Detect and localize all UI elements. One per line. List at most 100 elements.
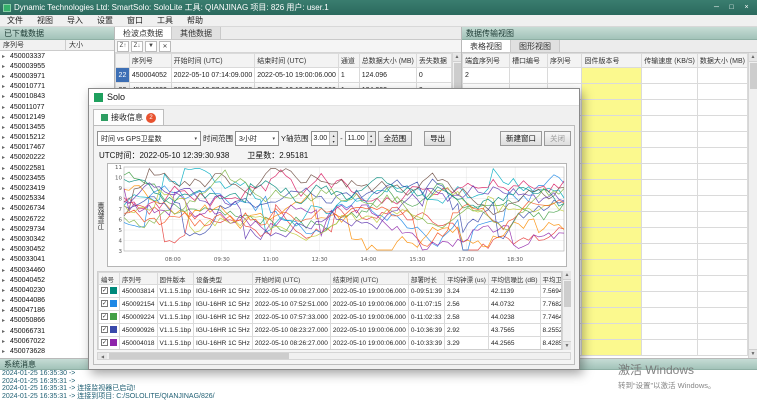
table-row[interactable]: 2 <box>463 68 748 84</box>
menu-item-1[interactable]: 文件 <box>0 15 30 26</box>
full-range-button[interactable]: 全范围 <box>378 131 413 146</box>
column-header[interactable]: 开始时间 (UTC) <box>252 273 330 285</box>
column-header[interactable]: 平均钟漂 (us) <box>444 273 488 285</box>
tree-item[interactable]: ▸450003971 <box>0 71 114 81</box>
scroll-thumb[interactable] <box>750 63 757 89</box>
column-header[interactable]: 序列号 <box>548 54 582 68</box>
expand-arrow-icon[interactable]: ▸ <box>2 124 8 131</box>
column-header[interactable]: 结束时间 (UTC) <box>255 54 339 68</box>
column-header[interactable]: 开始时间 (UTC) <box>171 54 255 68</box>
tree-item[interactable]: ▸450003337 <box>0 51 114 61</box>
scroll-thumb[interactable] <box>109 353 289 359</box>
device-row[interactable]: ✓450004018V1.1.5.1bpIGU-16HR 1C 5Hz2022-… <box>99 337 563 350</box>
menu-item-2[interactable]: 视图 <box>30 15 60 26</box>
device-row[interactable]: ✓450009224V1.1.5.1bpIGU-16HR 1C 5Hz2022-… <box>99 311 563 324</box>
time-range-select[interactable]: 3小时 ▾ <box>235 131 279 146</box>
filter-icon[interactable]: ▼ <box>145 41 157 52</box>
expand-arrow-icon[interactable]: ▸ <box>2 205 8 212</box>
scroll-down-icon[interactable]: ▼ <box>749 349 757 358</box>
expand-arrow-icon[interactable]: ▸ <box>2 348 8 355</box>
column-header-serial[interactable]: 序列号 <box>0 40 66 50</box>
expand-arrow-icon[interactable]: ▸ <box>2 328 8 335</box>
scroll-up-icon[interactable]: ▲ <box>453 53 461 62</box>
menu-item-5[interactable]: 窗口 <box>120 15 150 26</box>
new-window-button[interactable]: 新建窗口 <box>500 131 542 146</box>
expand-arrow-icon[interactable]: ▸ <box>2 246 8 253</box>
expand-arrow-icon[interactable]: ▸ <box>2 154 8 161</box>
expand-arrow-icon[interactable]: ▸ <box>2 114 8 121</box>
expand-arrow-icon[interactable]: ▸ <box>2 53 8 60</box>
row-checkbox[interactable]: ✓ <box>101 339 108 346</box>
scroll-up-icon[interactable]: ▲ <box>749 53 757 62</box>
column-header[interactable]: 数据大小 (MB) <box>697 54 747 68</box>
tab-mid-1[interactable]: 检波点数据 <box>115 27 172 39</box>
scroll-up-icon[interactable]: ▲ <box>563 271 571 280</box>
menu-item-4[interactable]: 设置 <box>90 15 120 26</box>
solo-dialog-titlebar[interactable]: Solo <box>89 89 579 106</box>
column-header[interactable]: 固件版本 <box>157 273 193 285</box>
scroll-left-icon[interactable]: ◀ <box>98 353 107 359</box>
device-table-scrollbar[interactable]: ▲ ▼ <box>562 271 571 350</box>
column-header[interactable]: 槽口编号 <box>510 54 548 68</box>
menu-item-7[interactable]: 帮助 <box>180 15 210 26</box>
row-checkbox[interactable]: ✓ <box>101 326 108 333</box>
menu-item-6[interactable]: 工具 <box>150 15 180 26</box>
expand-arrow-icon[interactable]: ▸ <box>2 175 8 182</box>
expand-arrow-icon[interactable]: ▸ <box>2 63 8 70</box>
sort-ascending-icon[interactable]: Z↑ <box>117 41 129 52</box>
expand-arrow-icon[interactable]: ▸ <box>2 236 8 243</box>
menu-item-3[interactable]: 导入 <box>60 15 90 26</box>
y-max-input[interactable]: 11.00 ▴▾ <box>345 131 376 146</box>
export-button[interactable]: 导出 <box>424 131 451 146</box>
table-row[interactable]: 224500040522022-05-10 07:14:09.0002022-0… <box>116 68 452 83</box>
row-checkbox[interactable]: ✓ <box>101 300 108 307</box>
column-header[interactable]: 传输速度 (KB/S) <box>642 54 698 68</box>
clear-filter-icon[interactable]: ✕ <box>159 41 171 52</box>
row-checkbox[interactable]: ✓ <box>101 287 108 294</box>
tab-transfer-1[interactable]: 表格视图 <box>462 40 511 52</box>
device-table-hscrollbar[interactable]: ◀ <box>97 352 571 360</box>
sort-descending-icon[interactable]: Z↓ <box>131 41 143 52</box>
maximize-icon[interactable]: □ <box>724 2 739 14</box>
spin-down-icon[interactable]: ▾ <box>330 139 337 146</box>
metric-select[interactable]: 时间 vs GPS卫星数 ▾ <box>97 131 201 146</box>
expand-arrow-icon[interactable]: ▸ <box>2 83 8 90</box>
device-row[interactable]: ✓450090926V1.1.5.1bpIGU-16HR 1C 5Hz2022-… <box>99 324 563 337</box>
expand-arrow-icon[interactable]: ▸ <box>2 144 8 151</box>
column-header[interactable]: 部署时长 <box>408 273 444 285</box>
tab-receive-info[interactable]: 接收信息 2 <box>93 109 164 125</box>
tree-item[interactable]: ▸450003955 <box>0 61 114 71</box>
scroll-thumb[interactable] <box>454 63 461 89</box>
expand-arrow-icon[interactable]: ▸ <box>2 216 8 223</box>
column-header[interactable]: 固件版本号 <box>582 54 642 68</box>
column-header[interactable]: 丢失数据 <box>416 54 451 68</box>
device-row[interactable]: ✓450003814V1.1.5.1bpIGU-16HR 1C 5Hz2022-… <box>99 285 563 298</box>
expand-arrow-icon[interactable]: ▸ <box>2 195 8 202</box>
expand-arrow-icon[interactable]: ▸ <box>2 307 8 314</box>
expand-arrow-icon[interactable]: ▸ <box>2 317 8 324</box>
expand-arrow-icon[interactable]: ▸ <box>2 73 8 80</box>
column-header[interactable]: 平均卫星数 <box>540 273 562 285</box>
y-min-input[interactable]: 3.00 ▴▾ <box>311 131 339 146</box>
expand-arrow-icon[interactable]: ▸ <box>2 277 8 284</box>
satellite-count-chart[interactable]: 3456789101108:0009:3011:0012:3014:0015:3… <box>107 163 567 267</box>
tab-transfer-2[interactable]: 图形视图 <box>511 40 560 52</box>
column-header-size[interactable]: 大小 <box>66 40 114 50</box>
right-table-scrollbar[interactable]: ▲ ▼ <box>748 53 757 358</box>
device-row[interactable]: ✓450092154V1.1.5.1bpIGU-16HR 1C 5Hz2022-… <box>99 298 563 311</box>
expand-arrow-icon[interactable]: ▸ <box>2 134 8 141</box>
expand-arrow-icon[interactable]: ▸ <box>2 104 8 111</box>
column-header[interactable]: 编号 <box>99 273 120 285</box>
expand-arrow-icon[interactable]: ▸ <box>2 93 8 100</box>
column-header[interactable]: 通道 <box>338 54 359 68</box>
minimize-icon[interactable]: ─ <box>709 2 724 14</box>
close-icon[interactable]: × <box>739 2 754 14</box>
scroll-down-icon[interactable]: ▼ <box>563 341 571 350</box>
tab-mid-2[interactable]: 其他数据 <box>172 27 221 39</box>
expand-arrow-icon[interactable]: ▸ <box>2 338 8 345</box>
row-checkbox[interactable]: ✓ <box>101 313 108 320</box>
column-header[interactable]: 结束时间 (UTC) <box>330 273 408 285</box>
column-header[interactable]: 端盒序列号 <box>463 54 510 68</box>
expand-arrow-icon[interactable]: ▸ <box>2 185 8 192</box>
column-header[interactable]: 序列号 <box>129 54 171 68</box>
